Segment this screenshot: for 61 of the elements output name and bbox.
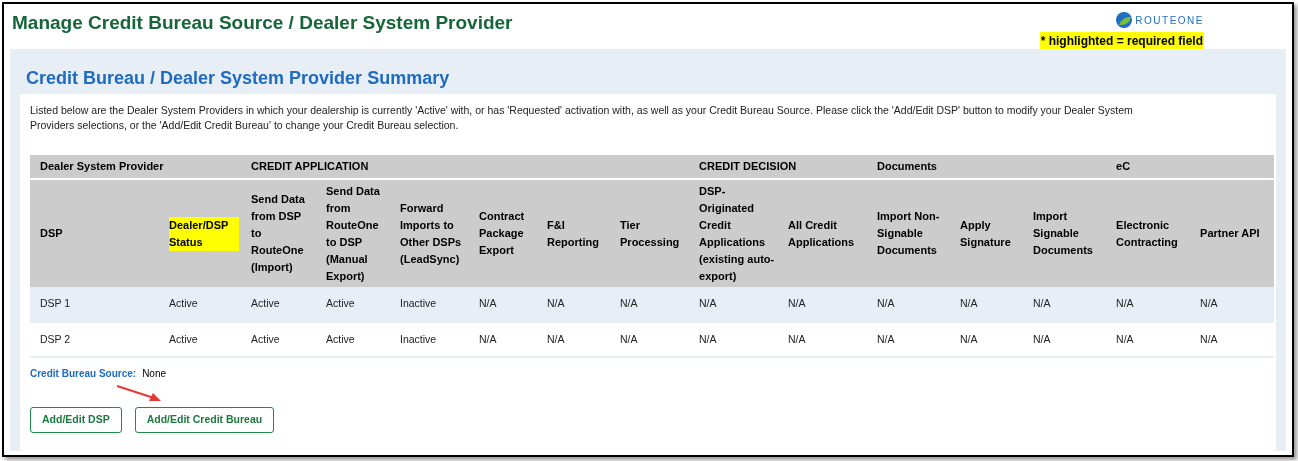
table-cell: DSP 1 <box>40 297 71 310</box>
page-title: Manage Credit Bureau Source / Dealer System Provider <box>12 11 513 35</box>
section-title: Credit Bureau / Dealer System Provider Summary <box>25 67 451 90</box>
table-cell: N/A <box>960 332 978 345</box>
description-text: Listed below are the Dealer System Providers in which your dealership is currently 'Active' with, or has 'Requested' activation with, as well as your Credit Bureau Source. Please click the 'Add/Edit DSP' button to modify your Dealer System Providers selections, or the 'Add/Edit Credit Bureau' to change your Credit Bureau selection. <box>30 103 1134 133</box>
logo-icon <box>1116 12 1133 28</box>
column-header: Electronic Contracting <box>1116 217 1179 250</box>
column-header: Send Data from DSP to RouteOne (Import) <box>251 192 306 275</box>
column-header: F&I Reporting <box>547 217 600 250</box>
table-cell: N/A <box>1200 297 1218 310</box>
table-cell: DSP 2 <box>40 332 71 345</box>
column-group-header: eC <box>1116 160 1131 173</box>
table-cell: Active <box>326 332 355 345</box>
action-button[interactable]: Add/Edit Credit Bureau <box>134 407 275 433</box>
logo-text: ROUTEONE <box>1135 13 1204 28</box>
column-header: Dealer/DSP Status <box>169 216 239 251</box>
table-cell: N/A <box>1200 332 1218 345</box>
column-group-header: CREDIT APPLICATION <box>251 160 369 173</box>
column-header: Apply Signature <box>960 217 1012 250</box>
table-cell: Active <box>326 297 355 310</box>
column-header: Partner API <box>1200 226 1260 241</box>
table-cell: N/A <box>1033 297 1051 310</box>
table-cell: N/A <box>788 332 806 345</box>
required-field-note: * highlighted = required field <box>1039 32 1204 50</box>
table-cell: N/A <box>547 297 565 310</box>
table-cell: Active <box>169 332 198 345</box>
column-group-header: Dealer System Provider <box>40 160 164 173</box>
table-cell: N/A <box>877 332 895 345</box>
table-cell: N/A <box>620 332 638 345</box>
column-header: Send Data from RouteOne to DSP (Manual Export) <box>326 183 381 284</box>
column-header: All Credit Applications <box>788 217 856 250</box>
table-cell: N/A <box>699 297 717 310</box>
table-cell: N/A <box>788 297 806 310</box>
table-cell: N/A <box>960 297 978 310</box>
column-header: Forward Imports to Other DSPs (LeadSync) <box>400 200 463 267</box>
column-header: Import Non-Signable Documents <box>877 209 941 258</box>
column-header: Tier Processing <box>620 217 681 250</box>
pointer-arrow <box>116 384 162 404</box>
table-cell: N/A <box>699 332 717 345</box>
table-cell: N/A <box>1033 332 1051 345</box>
column-header: Contract Package Export <box>479 209 526 258</box>
table-cell: Active <box>251 332 280 345</box>
table-cell: Inactive <box>400 332 437 345</box>
column-header: DSP <box>40 226 63 241</box>
table-cell: N/A <box>877 297 895 310</box>
table-cell: Active <box>251 297 280 310</box>
table-cell: N/A <box>620 297 638 310</box>
table-cell: N/A <box>1116 297 1134 310</box>
table-cell: N/A <box>479 297 497 310</box>
column-group-header: Documents <box>877 160 937 173</box>
column-header: Import Signable Documents <box>1033 209 1094 258</box>
table-cell: Inactive <box>400 297 437 310</box>
credit-bureau-label: Credit Bureau Source: <box>30 367 137 381</box>
credit-bureau-value: None <box>142 367 167 381</box>
table-cell: Active <box>169 297 198 310</box>
table-cell: N/A <box>1116 332 1134 345</box>
action-button[interactable]: Add/Edit DSP <box>30 407 122 433</box>
column-header: DSP-Originated Credit Applications (existing auto-export) <box>699 183 776 284</box>
column-group-header: CREDIT DECISION <box>699 160 797 173</box>
table-cell: N/A <box>479 332 497 345</box>
table-cell: N/A <box>547 332 565 345</box>
